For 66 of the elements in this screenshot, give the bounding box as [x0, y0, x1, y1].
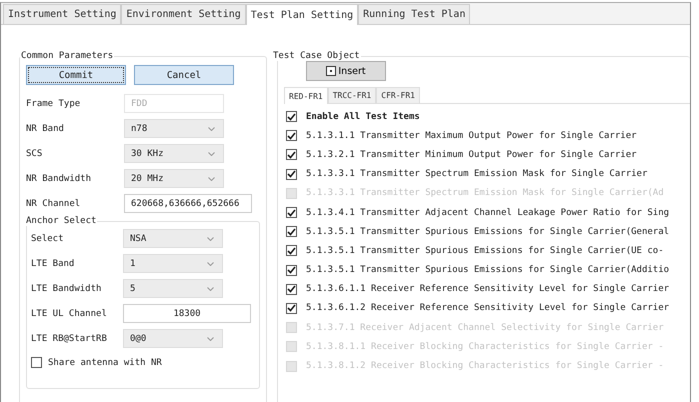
checkbox[interactable]: [286, 264, 297, 276]
dropdown[interactable]: 0@0: [123, 329, 223, 348]
input-field[interactable]: 620668,636666,652666: [124, 194, 252, 213]
checkbox[interactable]: [286, 130, 297, 142]
test-item-label: 5.1.3.4.1 Transmitter Adjacent Channel Leakage Power Ratio for Sing: [306, 208, 670, 218]
test-item-label: 5.1.3.2.1 Transmitter Minimum Output Power for Single Carrier: [306, 150, 637, 160]
tab[interactable]: Environment Setting: [121, 4, 246, 24]
test-item-label: 5.1.3.5.1 Transmitter Spurious Emissions for Single Carrier(Additio: [306, 265, 670, 276]
action-button[interactable]: Cancel: [134, 65, 234, 85]
checkbox[interactable]: [286, 207, 297, 218]
tab[interactable]: Test Plan Setting: [246, 4, 358, 25]
tab[interactable]: TRCC-FR1: [328, 87, 376, 103]
test-item-label: 5.1.3.6.1.2 Receiver Reference Sensitivity Level for Single Carrier: [306, 303, 670, 314]
test-item-label: 5.1.3.6.1.1 Receiver Reference Sensitivity Level for Single Carrier: [306, 284, 670, 294]
tab[interactable]: Instrument Setting: [3, 4, 122, 24]
test-item-label: 5.1.3.5.1 Transmitter Spurious Emissions for Single Carrier(General: [306, 226, 670, 237]
test-item-label: 5.1.3.8.1.1 Receiver Blocking Characteristics for Single Carrier -: [306, 342, 664, 352]
checkbox[interactable]: [286, 284, 297, 295]
group-title: Anchor Select: [25, 216, 98, 226]
caret-icon: [208, 152, 215, 156]
field-label: NR Channel: [26, 198, 82, 208]
checkbox[interactable]: [286, 226, 297, 238]
dropdown[interactable]: 30 KHz: [124, 144, 224, 163]
caret-icon: [207, 236, 214, 240]
input-field[interactable]: 18300: [123, 304, 251, 323]
dropdown[interactable]: n78: [124, 119, 224, 138]
dropdown[interactable]: 1: [123, 254, 223, 273]
test-item-label: 5.1.3.1.1 Transmitter Maximum Output Power for Single Carrier: [306, 130, 637, 141]
field-label: LTE UL Channel: [31, 308, 108, 318]
dropdown[interactable]: 5: [123, 279, 223, 298]
caret-icon: [207, 286, 214, 290]
field-label: LTE Bandwidth: [31, 284, 102, 294]
test-item-label: 5.1.3.7.1 Receiver Adjacent Channel Selectivity for Single Carrier: [306, 322, 664, 333]
test-item-label: 5.1.3.3.1 Transmitter Spectrum Emission Mask for Single Carrier: [306, 169, 648, 180]
checkbox[interactable]: [286, 168, 297, 180]
caret-icon: [207, 336, 214, 340]
field-label: LTE RB@StartRB: [31, 334, 108, 344]
tab[interactable]: CFR-FR1: [376, 87, 420, 103]
field-label: Select: [31, 234, 65, 244]
group-title: Common Parameters: [20, 51, 114, 61]
tab[interactable]: RED-FR1: [284, 87, 328, 104]
test-item-label: Enable All Test Items: [306, 112, 420, 122]
checkbox[interactable]: [286, 245, 297, 256]
field-label: LTE Band: [31, 258, 76, 268]
checkbox[interactable]: [286, 111, 297, 122]
test-item-label: 5.1.3.8.1.2 Receiver Blocking Characteristics for Single Carrier -: [306, 361, 664, 372]
field-label: Frame Type: [26, 98, 82, 108]
checkbox[interactable]: [31, 357, 42, 368]
group-title: Test Case Object: [272, 51, 361, 61]
test-item-label: 5.1.3.5.1 Transmitter Spurious Emissions for Single Carrier(UE co-: [306, 246, 664, 256]
field-label: NR Band: [26, 124, 65, 134]
checkbox-label: Share antenna with NR: [48, 358, 162, 368]
caret-icon: [208, 126, 215, 130]
checkbox[interactable]: [286, 302, 297, 314]
checkbox[interactable]: [286, 149, 297, 160]
caret-icon: [208, 176, 215, 180]
plus-icon: [326, 66, 336, 76]
caret-icon: [207, 262, 214, 266]
dropdown[interactable]: NSA: [123, 229, 223, 248]
field-label: NR Bandwidth: [26, 174, 92, 184]
action-button[interactable]: Commit: [26, 65, 126, 85]
tab[interactable]: Running Test Plan: [358, 4, 470, 24]
field-label: SCS: [26, 148, 44, 158]
dropdown[interactable]: 20 MHz: [124, 169, 224, 188]
test-item-label: 5.1.3.3.1 Transmitter Spectrum Emission Mask for Single Carrier(Ad: [306, 188, 664, 198]
insert-button[interactable]: Insert: [306, 61, 386, 81]
